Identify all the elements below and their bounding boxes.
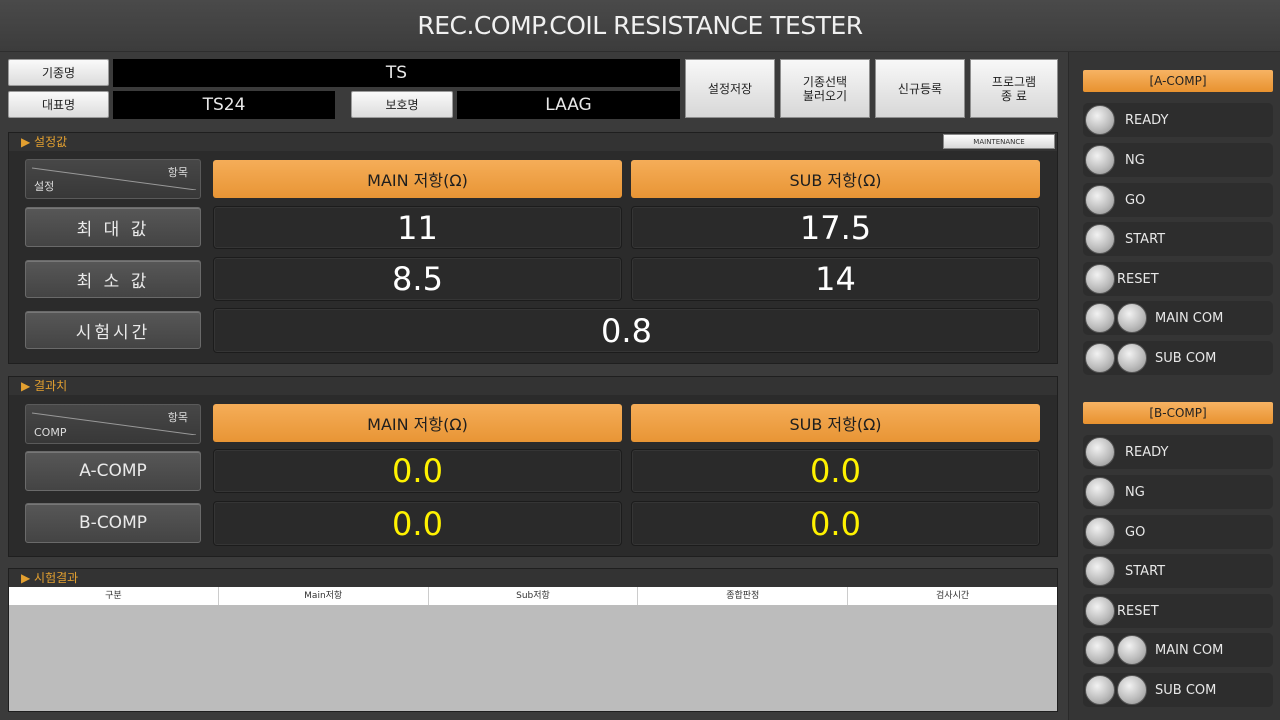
b-start-indicator: START <box>1083 554 1273 588</box>
log-grid-header: 구분 Main저항 Sub저항 종합판정 검사시간 <box>9 587 1057 605</box>
new-register-label: 신규등록 <box>897 81 943 96</box>
a-go-indicator: GO <box>1083 183 1273 217</box>
save-settings-label: 설정저장 <box>707 81 753 96</box>
settings-sub-col-header: SUB 저항(Ω) <box>631 160 1040 198</box>
a-reset-indicator: RESET <box>1083 262 1273 296</box>
b-ng-indicator: NG <box>1083 475 1273 509</box>
lamp-icon <box>1085 185 1115 215</box>
results-sub-col-header: SUB 저항(Ω) <box>631 404 1040 442</box>
load-model-button[interactable]: 기종선택 불러오기 <box>780 59 870 118</box>
corner-top-text: 항목 <box>167 411 188 424</box>
b-main-com-indicator: MAIN COM <box>1083 633 1273 667</box>
lamp-icon <box>1085 675 1115 705</box>
log-grid-body[interactable] <box>9 605 1057 711</box>
lamp-icon <box>1085 635 1115 665</box>
min-value-label: 최 소 값 <box>25 260 201 298</box>
a-comp-sub-result: 0.0 <box>631 449 1040 493</box>
a-comp-title: [A-COMP] <box>1083 70 1273 92</box>
a-comp-main-result: 0.0 <box>213 449 622 493</box>
lamp-icon <box>1085 556 1115 586</box>
lamp-icon <box>1085 264 1115 294</box>
log-col-main[interactable]: Main저항 <box>219 587 429 605</box>
b-sub-com-indicator: SUB COM <box>1083 673 1273 707</box>
protect-name-label: 보호명 <box>351 91 453 118</box>
b-comp-label: B-COMP <box>25 503 201 543</box>
min-sub-value[interactable]: 14 <box>631 257 1040 301</box>
a-ng-indicator: NG <box>1083 143 1273 177</box>
maintenance-button[interactable]: MAINTENANCE <box>943 134 1055 149</box>
lamp-icon <box>1117 303 1147 333</box>
model-name-field[interactable]: TS <box>113 59 680 87</box>
lamp-icon <box>1085 437 1115 467</box>
exit-label-1: 프로그램 <box>991 74 1037 89</box>
model-name-label: 기종명 <box>8 59 109 86</box>
log-col-type[interactable]: 구분 <box>9 587 219 605</box>
log-panel: ▶ 시험결과 구분 Main저항 Sub저항 종합판정 검사시간 <box>8 568 1058 712</box>
save-settings-button[interactable]: 설정저장 <box>685 59 775 118</box>
b-reset-indicator: RESET <box>1083 594 1273 628</box>
load-model-label-1: 기종선택 <box>802 74 848 89</box>
lamp-icon <box>1085 145 1115 175</box>
test-time-label: 시험시간 <box>25 311 201 349</box>
results-section-title: ▶ 결과치 <box>9 377 1057 395</box>
b-comp-main-result: 0.0 <box>213 501 622 546</box>
lamp-icon <box>1085 477 1115 507</box>
exit-program-button[interactable]: 프로그램 종 료 <box>970 59 1058 118</box>
new-register-button[interactable]: 신규등록 <box>875 59 965 118</box>
corner-top-text: 항목 <box>167 166 188 179</box>
a-start-indicator: START <box>1083 222 1273 256</box>
corner-bottom-text: COMP <box>34 426 67 439</box>
lamp-icon <box>1085 105 1115 135</box>
a-comp-label: A-COMP <box>25 451 201 491</box>
b-comp-title: [B-COMP] <box>1083 402 1273 424</box>
log-col-time[interactable]: 검사시간 <box>848 587 1057 605</box>
b-go-indicator: GO <box>1083 515 1273 549</box>
lamp-icon <box>1085 343 1115 373</box>
max-value-label: 최 대 값 <box>25 207 201 247</box>
window-title: REC.COMP.COIL RESISTANCE TESTER <box>0 0 1280 52</box>
corner-bottom-text: 설정 <box>34 180 55 193</box>
log-col-judgement[interactable]: 종합판정 <box>638 587 849 605</box>
settings-section-title: ▶ 설정값 <box>9 133 1057 151</box>
max-main-value[interactable]: 11 <box>213 206 622 249</box>
a-sub-com-indicator: SUB COM <box>1083 341 1273 375</box>
io-status-sidebar: [A-COMP] READY NG GO START RESET MAIN CO… <box>1068 52 1280 720</box>
results-corner-header: 항목 COMP <box>25 404 201 444</box>
results-main-col-header: MAIN 저항(Ω) <box>213 404 622 442</box>
test-time-value[interactable]: 0.8 <box>213 308 1040 353</box>
lamp-icon <box>1117 343 1147 373</box>
settings-main-col-header: MAIN 저항(Ω) <box>213 160 622 198</box>
b-comp-sub-result: 0.0 <box>631 501 1040 546</box>
max-sub-value[interactable]: 17.5 <box>631 206 1040 249</box>
lamp-icon <box>1085 224 1115 254</box>
rep-name-label: 대표명 <box>8 91 109 118</box>
load-model-label-2: 불러오기 <box>802 88 848 103</box>
min-main-value[interactable]: 8.5 <box>213 257 622 301</box>
lamp-icon <box>1085 303 1115 333</box>
protect-name-field[interactable]: LAAG <box>457 91 680 119</box>
lamp-icon <box>1085 517 1115 547</box>
app-window: REC.COMP.COIL RESISTANCE TESTER 기종명 TS 대… <box>0 0 1280 720</box>
rep-name-field[interactable]: TS24 <box>113 91 335 119</box>
lamp-icon <box>1117 635 1147 665</box>
a-main-com-indicator: MAIN COM <box>1083 301 1273 335</box>
lamp-icon <box>1085 596 1115 626</box>
lamp-icon <box>1117 675 1147 705</box>
a-ready-indicator: READY <box>1083 103 1273 137</box>
b-ready-indicator: READY <box>1083 435 1273 469</box>
log-col-sub[interactable]: Sub저항 <box>429 587 639 605</box>
exit-label-2: 종 료 <box>1001 88 1027 103</box>
log-section-title: ▶ 시험결과 <box>9 569 1057 587</box>
settings-corner-header: 항목 설정 <box>25 159 201 199</box>
